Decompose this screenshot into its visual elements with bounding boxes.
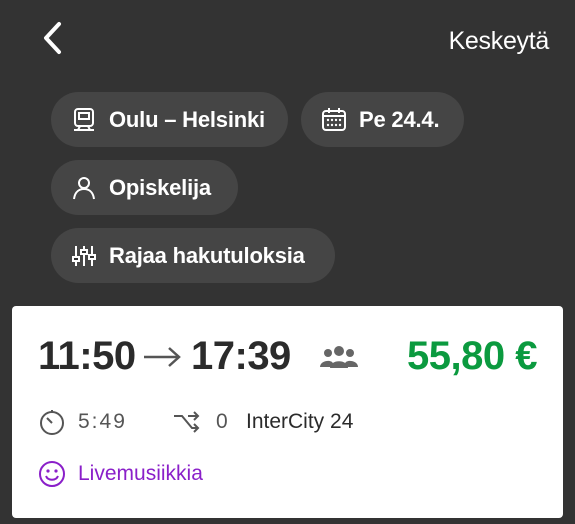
train-icon bbox=[71, 107, 97, 133]
arrow-right-icon bbox=[142, 342, 182, 372]
transfer-icon bbox=[172, 408, 202, 441]
group-icon bbox=[320, 344, 358, 370]
route-label: Oulu – Helsinki bbox=[109, 106, 265, 132]
calendar-icon bbox=[321, 107, 347, 133]
train-name: InterCity 24 bbox=[246, 410, 354, 433]
cancel-button[interactable]: Keskeytä bbox=[449, 27, 550, 56]
date-label: Pe 24.4. bbox=[359, 106, 440, 132]
transfer-count: 0 bbox=[216, 410, 230, 433]
smiley-icon bbox=[38, 460, 66, 493]
sliders-icon bbox=[71, 243, 97, 269]
filter-label: Rajaa hakutuloksia bbox=[109, 242, 305, 268]
passenger-label: Opiskelija bbox=[109, 174, 211, 200]
back-button[interactable] bbox=[34, 21, 70, 60]
filter-chip[interactable]: Rajaa hakutuloksia bbox=[51, 228, 335, 283]
journey-result-card[interactable]: 11:50 17:39 55,80 € 5:49 0 InterCity 24 … bbox=[12, 306, 563, 518]
stopwatch-icon bbox=[38, 408, 66, 441]
person-icon bbox=[71, 175, 97, 201]
arrival-time: 17:39 bbox=[191, 334, 291, 378]
feature-label: Livemusiikkia bbox=[78, 462, 203, 485]
journey-meta-row: 5:49 0 InterCity 24 bbox=[38, 406, 538, 438]
feature-row: Livemusiikkia bbox=[38, 458, 438, 490]
date-chip[interactable]: Pe 24.4. bbox=[301, 92, 464, 147]
duration: 5:49 bbox=[78, 410, 127, 433]
departure-time: 11:50 bbox=[38, 334, 136, 378]
route-chip[interactable]: Oulu – Helsinki bbox=[51, 92, 288, 147]
chevron-left-icon bbox=[41, 21, 63, 60]
time-row: 11:50 17:39 55,80 € bbox=[38, 334, 537, 384]
price: 55,80 € bbox=[407, 334, 537, 378]
passenger-chip[interactable]: Opiskelija bbox=[51, 160, 238, 215]
top-bar: Keskeytä bbox=[0, 0, 575, 80]
